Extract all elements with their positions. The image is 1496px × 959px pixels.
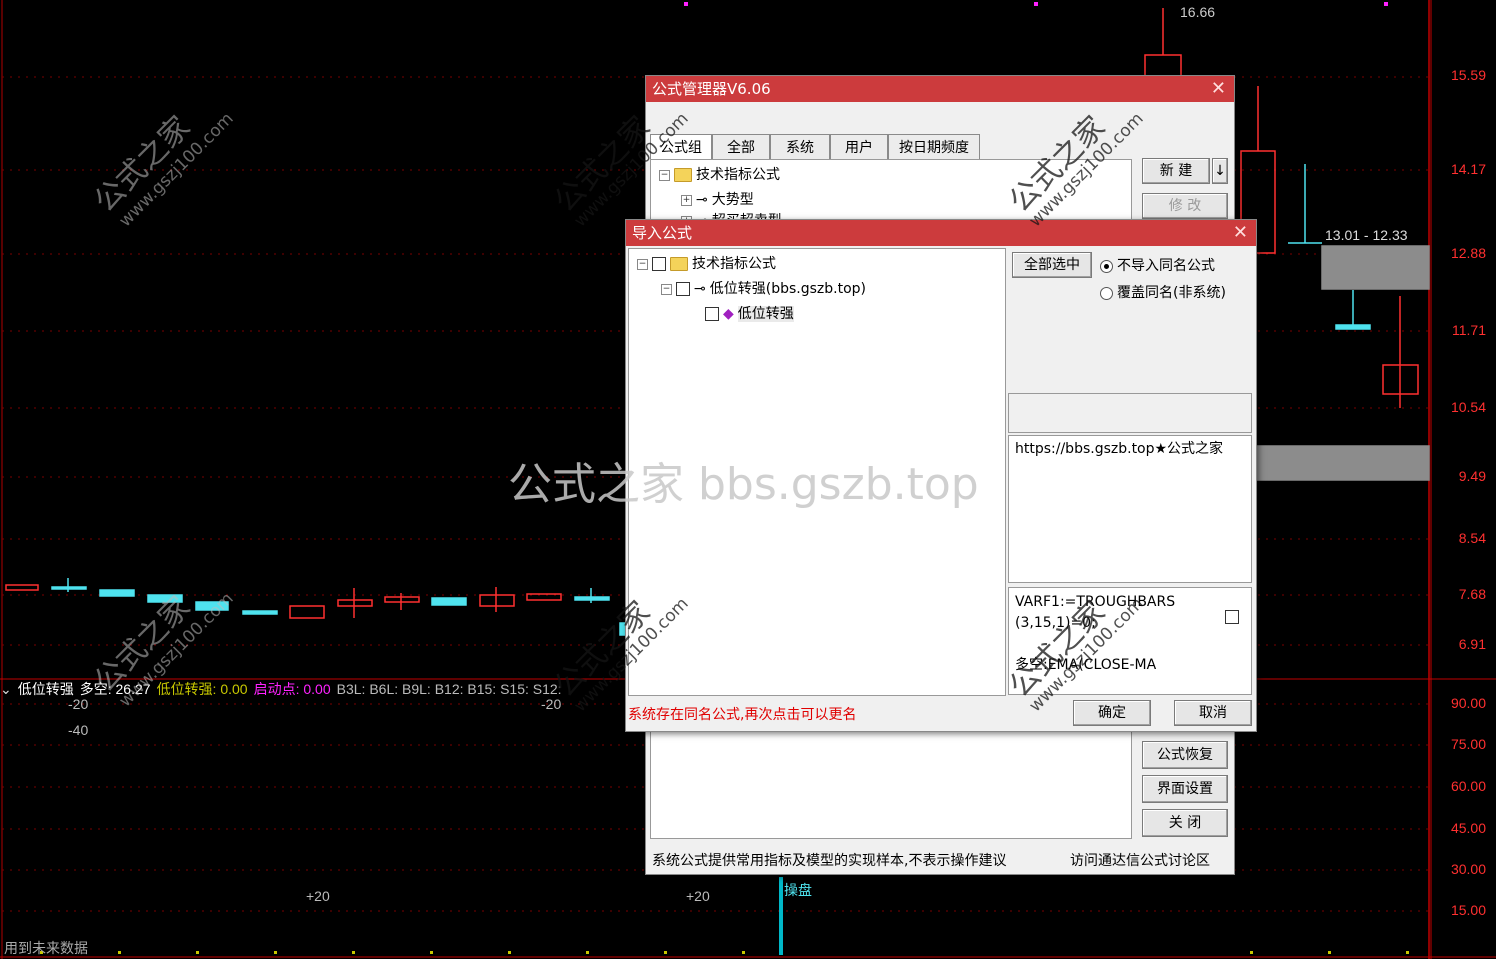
tree-item[interactable]: − 技术指标公式 bbox=[659, 164, 780, 184]
radio-icon[interactable] bbox=[1100, 259, 1113, 273]
indicator-level-label: +20 bbox=[686, 888, 710, 904]
tree-item-label: 低位转强 bbox=[737, 306, 794, 322]
close-button[interactable]: 关 闭 bbox=[1142, 809, 1228, 837]
dwzq-label: 低位转强: bbox=[156, 681, 221, 697]
indicator-axis-label: 75.00 bbox=[1450, 736, 1486, 752]
tree-item-label: 技术指标公式 bbox=[696, 167, 780, 183]
close-icon[interactable]: ✕ bbox=[1233, 220, 1248, 246]
price-axis-label: 8.54 bbox=[1458, 530, 1486, 546]
code-checkbox[interactable] bbox=[1225, 610, 1239, 624]
empty-field[interactable] bbox=[1008, 393, 1252, 433]
radio-label: 不导入同名公式 bbox=[1117, 258, 1215, 274]
ok-button[interactable]: 确定 bbox=[1073, 700, 1151, 726]
price-axis-label: 11.71 bbox=[1452, 322, 1486, 338]
formula-manager-title: 公式管理器V6.06 bbox=[652, 80, 771, 98]
new-dropdown-arrow[interactable]: ↓ bbox=[1212, 158, 1228, 184]
formula-description[interactable]: https://bbs.gszb.top★公式之家 bbox=[1008, 435, 1252, 583]
collapse-icon[interactable]: − bbox=[637, 258, 648, 270]
collapse-icon[interactable]: − bbox=[661, 283, 672, 295]
folder-icon bbox=[670, 257, 688, 271]
modify-button[interactable]: 修 改 bbox=[1142, 193, 1228, 219]
indicator-axis-label: 30.00 bbox=[1450, 861, 1486, 877]
expand-icon[interactable]: + bbox=[681, 194, 692, 206]
indicator-level-label: -20 bbox=[541, 696, 562, 712]
watermark-text: 公式之家 bbs.gszb.top bbox=[508, 459, 979, 510]
price-axis-label: 9.49 bbox=[1458, 468, 1486, 484]
indicator-axis-label: 90.00 bbox=[1450, 695, 1486, 711]
price-axis-label: 7.68 bbox=[1458, 586, 1486, 602]
indicator-level-label: +20 bbox=[306, 888, 330, 904]
caopan-label: 操盘 bbox=[784, 882, 812, 898]
import-dialog-titlebar[interactable]: 导入公式 ✕ bbox=[626, 220, 1256, 246]
import-dialog-title: 导入公式 bbox=[632, 224, 693, 242]
tab-system[interactable]: 系统 bbox=[770, 134, 830, 160]
tab-all[interactable]: 全部 bbox=[712, 134, 770, 160]
new-button[interactable]: 新 建 bbox=[1142, 158, 1210, 184]
indicator-level-label: -40 bbox=[68, 722, 89, 738]
radio-overwrite-same[interactable]: 覆盖同名(非系统) bbox=[1100, 282, 1226, 302]
tree-item[interactable]: − 技术指标公式 bbox=[637, 253, 776, 273]
future-data-note: 用到未来数据 bbox=[4, 940, 88, 956]
formula-key-icon: ⊸ bbox=[696, 192, 708, 208]
tree-item[interactable]: − ⊸ 低位转强(bbs.gszb.top) bbox=[661, 278, 866, 298]
formula-manager-titlebar[interactable]: 公式管理器V6.06 ✕ bbox=[646, 76, 1234, 102]
indicator-axis-label: 15.00 bbox=[1450, 902, 1486, 918]
collapse-icon[interactable]: − bbox=[659, 169, 670, 181]
price-axis-label: 14.17 bbox=[1450, 161, 1486, 177]
tree-item-label: 大势型 bbox=[711, 192, 754, 208]
close-icon[interactable]: ✕ bbox=[1211, 76, 1226, 102]
formula-key-icon: ⊸ bbox=[694, 281, 706, 297]
tree-item-label: 技术指标公式 bbox=[692, 256, 776, 272]
tree-item-label: 低位转强(bbs.gszb.top) bbox=[709, 281, 866, 297]
indicator-level-label: -20 bbox=[68, 696, 89, 712]
qdd-label: 启动点: bbox=[253, 681, 304, 697]
formula-gem-icon: ◆ bbox=[723, 306, 734, 322]
tree-checkbox[interactable] bbox=[652, 257, 666, 271]
radio-icon[interactable] bbox=[1100, 286, 1113, 300]
dwzq-value: 0.00 bbox=[220, 681, 248, 697]
tree-checkbox[interactable] bbox=[676, 282, 690, 296]
cancel-button[interactable]: 取消 bbox=[1174, 700, 1252, 726]
tree-checkbox[interactable] bbox=[705, 307, 719, 321]
price-axis-label: 15.59 bbox=[1450, 67, 1486, 83]
radio-label: 覆盖同名(非系统) bbox=[1117, 285, 1226, 301]
radio-no-import-same[interactable]: 不导入同名公式 bbox=[1100, 255, 1215, 275]
indicator-collapse-icon[interactable]: ⌄ bbox=[0, 681, 12, 697]
manager-disclaimer: 系统公式提供常用指标及模型的实现样本,不表示操作建议 bbox=[652, 853, 1007, 869]
price-axis-label: 12.88 bbox=[1450, 245, 1486, 261]
folder-icon bbox=[674, 168, 692, 182]
select-all-button[interactable]: 全部选中 bbox=[1012, 252, 1092, 278]
tree-item[interactable]: + ⊸ 大势型 bbox=[681, 189, 754, 209]
qdd-value: 0.00 bbox=[303, 681, 331, 697]
indicator-axis-label: 45.00 bbox=[1450, 820, 1486, 836]
indicator-axis-label: 60.00 bbox=[1450, 778, 1486, 794]
ui-settings-button[interactable]: 界面设置 bbox=[1142, 775, 1228, 803]
formula-restore-button[interactable]: 公式恢复 bbox=[1142, 741, 1228, 769]
indicator-name[interactable]: 低位转强 bbox=[18, 681, 74, 697]
price-axis-label: 6.91 bbox=[1458, 636, 1486, 652]
high-price-label: 16.66 bbox=[1180, 4, 1216, 20]
tree-item[interactable]: ◆ 低位转强 bbox=[705, 303, 794, 323]
duplicate-warning: 系统存在同名公式,再次点击可以更名 bbox=[628, 707, 857, 723]
price-range-label: 13.01 - 12.33 bbox=[1325, 227, 1408, 243]
indicator-other-values: B3L: B6L: B9L: B12: B15: S15: S12: bbox=[336, 681, 562, 697]
forum-link[interactable]: 访问通达信公式讨论区 bbox=[1070, 850, 1210, 870]
tab-user[interactable]: 用户 bbox=[830, 134, 888, 160]
tab-by-date-freq[interactable]: 按日期频度 bbox=[888, 134, 980, 160]
price-axis-label: 10.54 bbox=[1450, 399, 1486, 415]
